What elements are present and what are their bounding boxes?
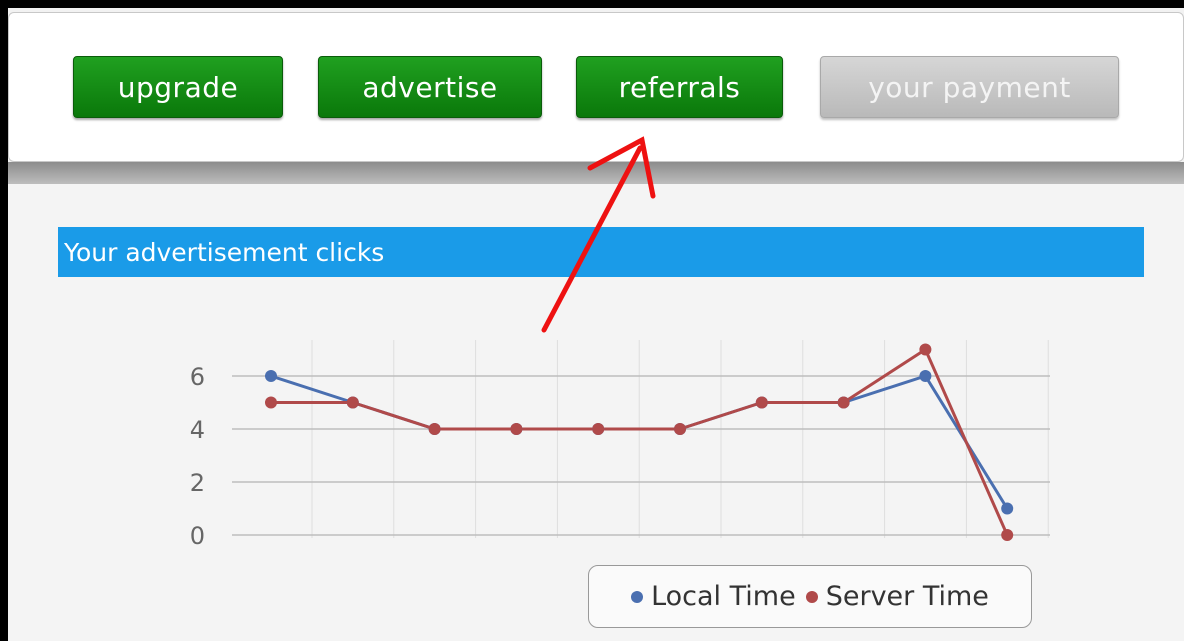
data-point-server-time[interactable]: [919, 343, 932, 356]
y-tick-label: 2: [190, 469, 205, 497]
y-tick-label: 4: [190, 416, 205, 444]
data-point-local-time[interactable]: [265, 370, 277, 382]
data-point-server-time[interactable]: [1001, 529, 1014, 541]
legend-item-server-time[interactable]: Server Time: [805, 581, 989, 612]
legend-label-server: Server Time: [825, 581, 989, 612]
y-tick-label: 6: [190, 363, 205, 391]
data-point-server-time[interactable]: [346, 396, 359, 409]
chart-grid: [232, 340, 1050, 538]
data-point-server-time[interactable]: [755, 396, 768, 409]
chart-legend: Local Time Server Time: [588, 565, 1032, 628]
data-point-server-time[interactable]: [592, 423, 605, 435]
data-point-server-time[interactable]: [674, 423, 686, 435]
y-axis: 0 2 4 6: [190, 363, 205, 550]
legend-marker-server: [805, 590, 818, 603]
data-point-server-time[interactable]: [510, 423, 523, 435]
legend-item-local-time[interactable]: Local Time: [631, 581, 796, 612]
legend-label-local: Local Time: [651, 581, 796, 612]
data-point-server-time[interactable]: [428, 423, 441, 435]
clicks-chart: 0 2 4 6: [190, 136, 1050, 550]
red-arrow-icon: [541, 136, 656, 333]
data-point-server-time[interactable]: [265, 396, 277, 409]
data-point-server-time[interactable]: [837, 396, 850, 409]
legend-marker-local: [631, 590, 644, 603]
data-point-local-time[interactable]: [1001, 502, 1014, 515]
data-point-local-time[interactable]: [919, 370, 932, 382]
y-tick-label: 0: [190, 522, 205, 550]
